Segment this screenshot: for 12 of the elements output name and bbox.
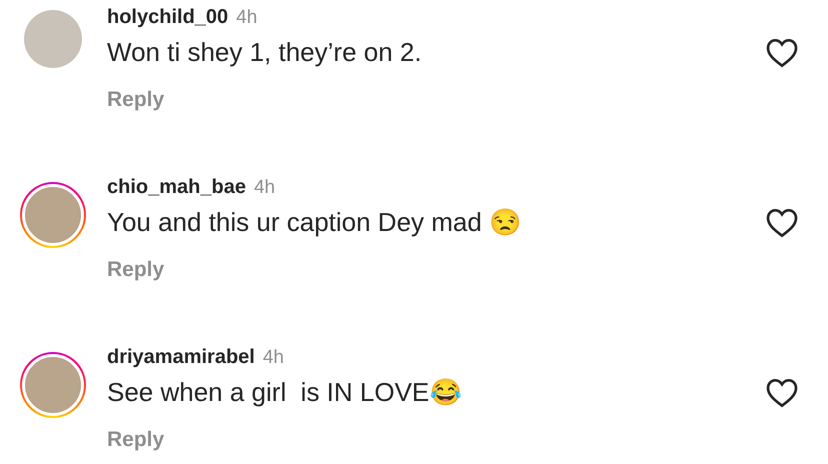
heart-icon[interactable] (766, 208, 798, 238)
comment-text: You and this ur caption Dey mad 😒 (107, 207, 522, 238)
comment-text: See when a girl is IN LOVE😂 (107, 377, 462, 408)
timestamp: 4h (262, 347, 284, 369)
timestamp: 4h (254, 177, 276, 199)
timestamp: 4h (236, 7, 258, 29)
heart-icon[interactable] (766, 38, 798, 68)
username[interactable]: chio_mah_bae (107, 176, 246, 199)
comment-text: Won ti shey 1, they’re on 2. (107, 37, 422, 68)
heart-icon[interactable] (766, 378, 798, 408)
username[interactable]: holychild_00 (107, 6, 228, 29)
username[interactable]: driyamamirabel (107, 346, 255, 369)
